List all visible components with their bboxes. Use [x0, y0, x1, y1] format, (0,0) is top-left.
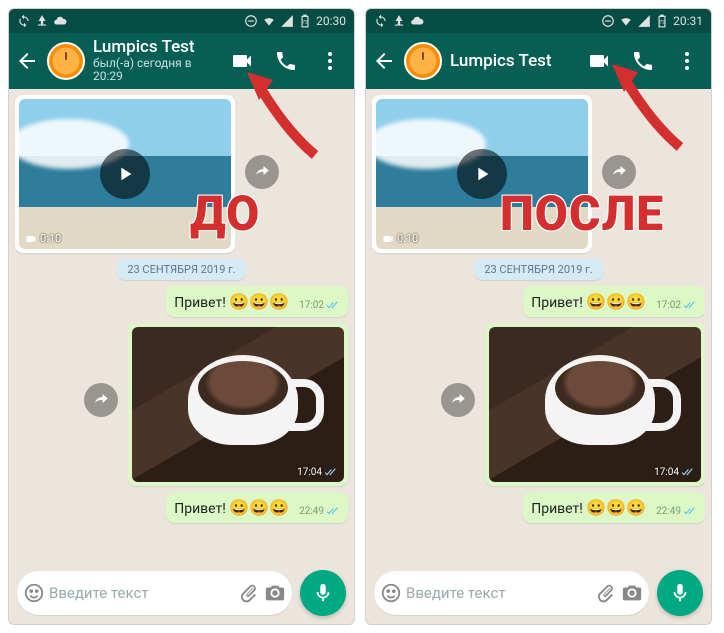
attach-icon[interactable] [595, 582, 617, 604]
comparison-canvas: 72 20:30 Lumpics Test был(-а) сегодня в … [0, 0, 724, 633]
arrow-annotation [610, 62, 690, 156]
play-icon[interactable] [100, 149, 150, 199]
date-chip: 23 СЕНТЯБРЯ 2019 г. [474, 259, 602, 280]
cloud-icon [53, 14, 67, 28]
read-ticks-icon [681, 468, 695, 478]
download-icon [35, 14, 49, 28]
overlay-label-after: ПОСЛЕ [500, 185, 664, 242]
message-meta: 22:49 [299, 506, 340, 517]
signal-icon [637, 14, 651, 28]
mic-button[interactable] [657, 570, 703, 616]
message-meta: 17:02 [299, 300, 340, 311]
read-ticks-icon [683, 507, 697, 517]
message-out-1[interactable]: Привет! 😀😀😀 17:02 [166, 286, 348, 317]
battery-icon: 72 [298, 14, 312, 28]
input-placeholder: Введите текст [406, 584, 591, 602]
avatar[interactable] [47, 42, 85, 80]
svg-text:72: 72 [659, 19, 665, 25]
image-thumbnail: 17:04 [132, 327, 344, 482]
camera-icon[interactable] [264, 582, 286, 604]
message-input[interactable]: Введите текст [17, 571, 292, 615]
message-text: Привет! 😀😀😀 [531, 498, 646, 517]
chat-area[interactable]: 0:10 23 СЕНТЯБРЯ 2019 г. Привет! 😀😀😀 17:… [366, 89, 711, 564]
contact-info[interactable]: Lumpics Test [450, 52, 573, 71]
cloud-icon [410, 14, 424, 28]
message-text: Привет! 😀😀😀 [531, 292, 646, 311]
back-icon[interactable] [372, 49, 396, 73]
wifi-icon [262, 14, 276, 28]
status-time: 20:31 [673, 14, 703, 28]
message-out-2[interactable]: Привет! 😀😀😀 22:49 [523, 492, 705, 523]
svg-text:72: 72 [302, 19, 308, 25]
video-call-icon[interactable] [587, 49, 611, 73]
image-meta: 17:04 [654, 467, 695, 478]
attach-icon[interactable] [238, 582, 260, 604]
status-time: 20:30 [316, 14, 346, 28]
camcorder-icon [25, 233, 37, 245]
read-ticks-icon [326, 507, 340, 517]
input-bar: Введите текст [366, 564, 711, 624]
back-icon[interactable] [15, 49, 39, 73]
wifi-icon [619, 14, 633, 28]
read-ticks-icon [324, 468, 338, 478]
message-meta: 22:49 [656, 506, 697, 517]
overlay-label-before: ДО [190, 185, 260, 242]
forward-icon[interactable] [602, 155, 636, 189]
sync-icon [374, 14, 388, 28]
image-thumbnail: 17:04 [489, 327, 701, 482]
forward-icon[interactable] [84, 383, 118, 417]
input-placeholder: Введите текст [49, 584, 234, 602]
image-meta: 17:04 [297, 467, 338, 478]
status-bar: 72 20:31 [366, 9, 711, 33]
camera-icon[interactable] [621, 582, 643, 604]
sync-icon [17, 14, 31, 28]
read-ticks-icon [326, 301, 340, 311]
avatar[interactable] [404, 42, 442, 80]
message-text: Привет! 😀😀😀 [174, 292, 289, 311]
date-chip: 23 СЕНТЯБРЯ 2019 г. [117, 259, 245, 280]
image-message[interactable]: 17:04 [128, 323, 348, 486]
forward-icon[interactable] [441, 383, 475, 417]
video-duration: 0:10 [382, 232, 418, 245]
contact-name: Lumpics Test [93, 38, 216, 57]
message-input[interactable]: Введите текст [374, 571, 649, 615]
status-bar: 72 20:30 [9, 9, 354, 33]
message-text: Привет! 😀😀😀 [174, 498, 289, 517]
message-meta: 17:02 [656, 300, 697, 311]
signal-icon [280, 14, 294, 28]
message-out-2[interactable]: Привет! 😀😀😀 22:49 [166, 492, 348, 523]
emoji-icon[interactable] [380, 582, 402, 604]
read-ticks-icon [683, 301, 697, 311]
video-duration: 0:10 [25, 232, 61, 245]
battery-icon: 72 [655, 14, 669, 28]
camcorder-icon [382, 233, 394, 245]
message-out-1[interactable]: Привет! 😀😀😀 17:02 [523, 286, 705, 317]
contact-name: Lumpics Test [450, 52, 573, 71]
input-bar: Введите текст [9, 564, 354, 624]
dnd-icon [601, 14, 615, 28]
last-seen: был(-а) сегодня в 20:29 [93, 57, 216, 83]
mic-button[interactable] [300, 570, 346, 616]
emoji-icon[interactable] [23, 582, 45, 604]
arrow-annotation [245, 70, 325, 164]
dnd-icon [244, 14, 258, 28]
contact-info[interactable]: Lumpics Test был(-а) сегодня в 20:29 [93, 38, 216, 83]
image-message[interactable]: 17:04 [485, 323, 705, 486]
download-icon [392, 14, 406, 28]
